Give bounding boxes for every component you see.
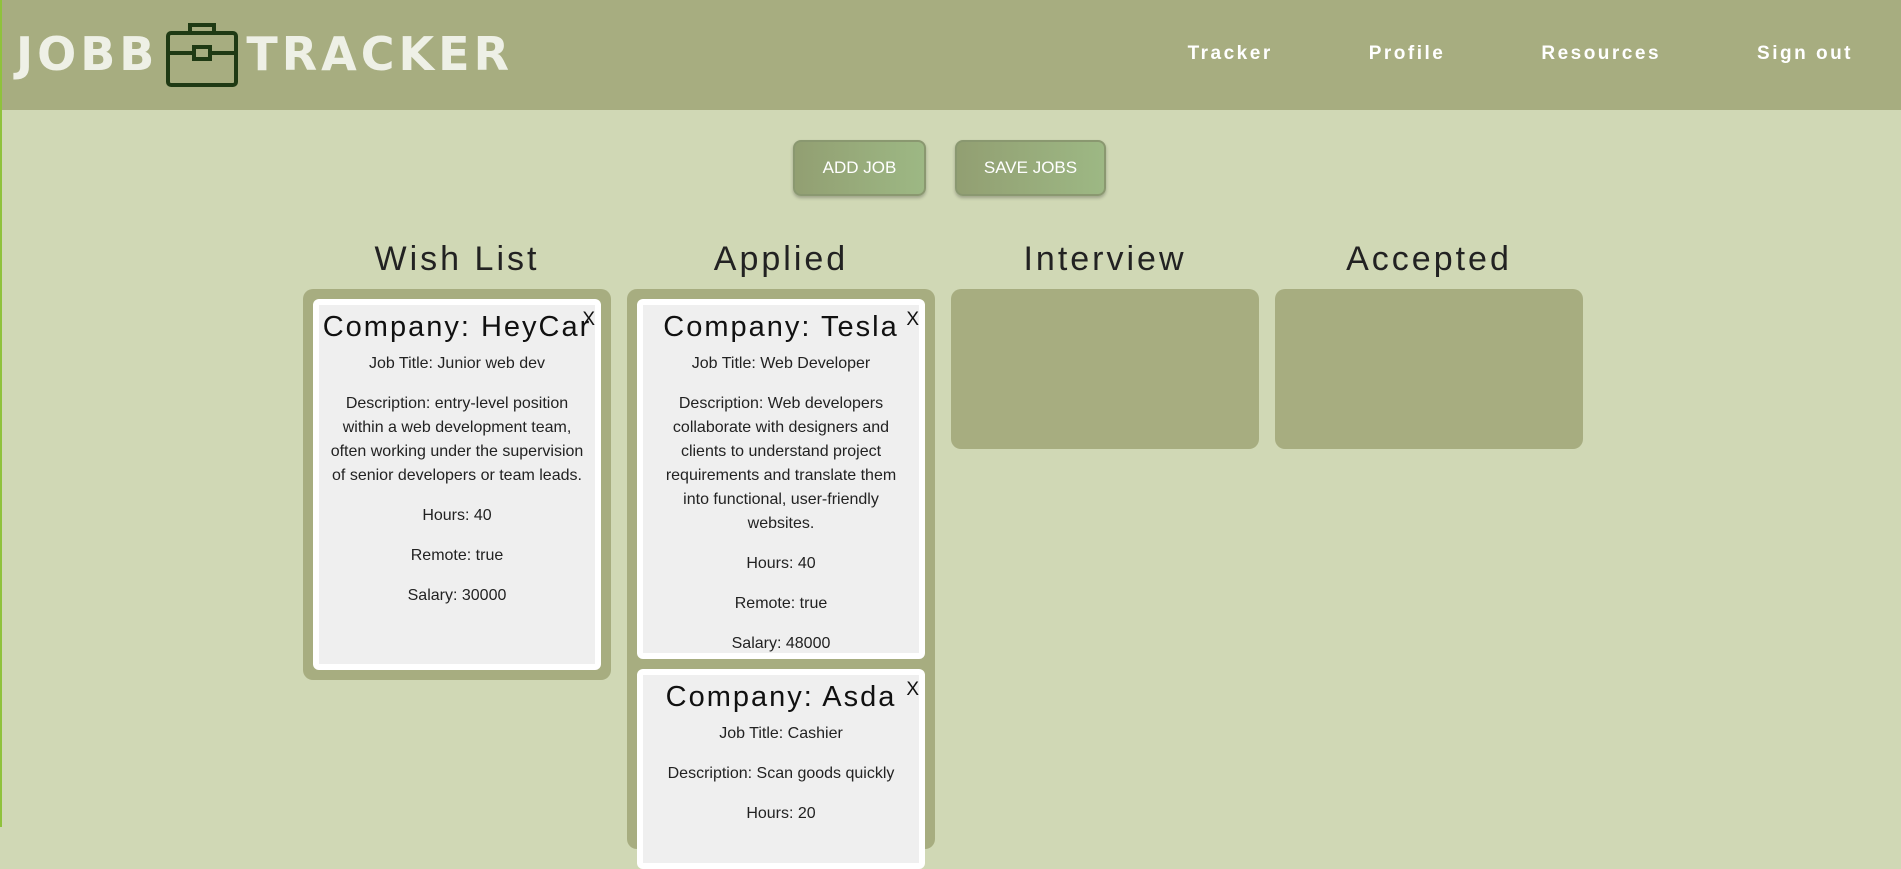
column-accepted[interactable]: [1275, 289, 1583, 449]
nav-sign-out[interactable]: Sign out: [1757, 43, 1853, 65]
logo-text-left: JOBB: [16, 27, 159, 81]
card-description: Description: entry-level position within…: [330, 395, 584, 484]
card-remote: Remote: true: [734, 595, 828, 612]
column-applied[interactable]: X Company: Tesla Job Title: Web Develope…: [627, 289, 935, 869]
logo-text-right: TRACKER: [246, 27, 513, 81]
card-job-title: Job Title: Junior web dev: [368, 355, 546, 372]
job-card-body: X Company: Tesla Job Title: Web Develope…: [643, 305, 919, 653]
close-icon[interactable]: X: [906, 679, 919, 701]
save-jobs-button[interactable]: SAVE JOBS: [955, 140, 1106, 196]
job-card[interactable]: X Company: HeyCar Job Title: Junior web …: [313, 299, 601, 670]
column-title-wish-list: Wish List: [374, 240, 540, 278]
card-company: Company: Tesla: [663, 311, 899, 343]
job-card[interactable]: X Company: Tesla Job Title: Web Develope…: [637, 299, 925, 659]
close-icon[interactable]: X: [582, 309, 595, 331]
job-card-body: X Company: Asda Job Title: Cashier Descr…: [643, 675, 919, 863]
add-job-button[interactable]: ADD JOB: [793, 140, 926, 196]
card-job-title: Job Title: Cashier: [719, 725, 843, 742]
close-icon[interactable]: X: [906, 309, 919, 331]
card-company: Company: Asda: [665, 681, 897, 713]
card-hours: Hours: 20: [746, 805, 816, 822]
card-hours: Hours: 40: [746, 555, 816, 572]
nav-tracker[interactable]: Tracker: [1188, 43, 1273, 65]
column-title-accepted: Accepted: [1346, 240, 1512, 278]
job-card-body: X Company: HeyCar Job Title: Junior web …: [319, 305, 595, 664]
nav-resources[interactable]: Resources: [1541, 43, 1661, 65]
briefcase-icon: [166, 23, 239, 87]
column-title-applied: Applied: [713, 240, 849, 278]
nav-profile[interactable]: Profile: [1369, 43, 1446, 65]
top-nav-bar: JOBB TRACKER Tracker Profile Resources S…: [2, 0, 1901, 110]
logo[interactable]: JOBB TRACKER: [16, 18, 513, 90]
main-nav: Tracker Profile Resources Sign out: [1188, 43, 1853, 65]
column-interview[interactable]: [951, 289, 1259, 449]
column-title-interview: Interview: [1023, 240, 1187, 278]
column-wish-list[interactable]: X Company: HeyCar Job Title: Junior web …: [303, 289, 611, 680]
card-salary: Salary: 30000: [407, 587, 507, 604]
card-company: Company: HeyCar: [322, 311, 592, 343]
job-card[interactable]: X Company: Asda Job Title: Cashier Descr…: [637, 669, 925, 869]
card-remote: Remote: true: [410, 547, 504, 564]
card-salary: Salary: 48000: [731, 635, 831, 652]
card-description: Description: Scan goods quickly: [667, 765, 895, 782]
card-job-title: Job Title: Web Developer: [691, 355, 871, 372]
card-description: Description: Web developers collaborate …: [665, 395, 897, 532]
card-hours: Hours: 40: [422, 507, 492, 524]
